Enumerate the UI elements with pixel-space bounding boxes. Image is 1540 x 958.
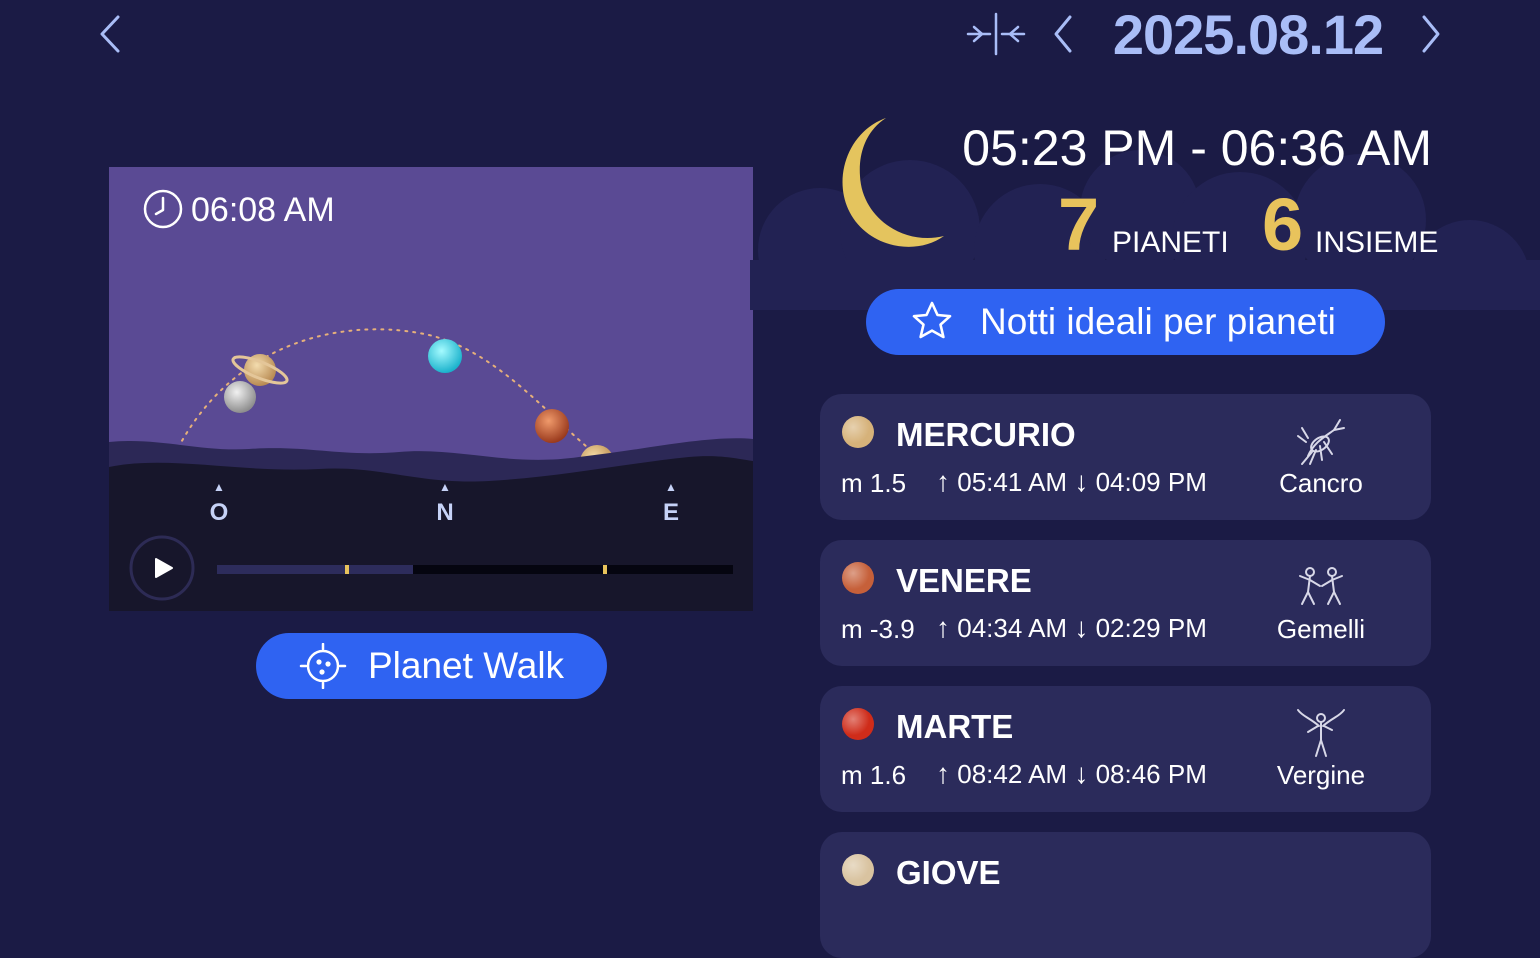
arrow-up-icon: ↑ [936, 466, 950, 497]
set-time: 08:46 PM [1095, 759, 1207, 789]
arrow-down-icon: ↓ [1074, 466, 1089, 497]
chevron-right-icon [1422, 15, 1440, 53]
planet-card-mercurio[interactable]: MERCURIO m 1.5 ↑ 05:41 AM ↓ 04:09 PM Can… [820, 394, 1431, 520]
planet-card-marte[interactable]: MARTE m 1.6 ↑ 08:42 AM ↓ 08:46 PM Vergin… [820, 686, 1431, 812]
venus-marker [535, 409, 569, 443]
set-time: 02:29 PM [1095, 613, 1207, 643]
arrow-down-icon: ↓ [1074, 758, 1089, 789]
planet-name: VENERE [896, 562, 1032, 599]
planet-dot [842, 708, 874, 740]
center-arrows-icon [966, 12, 1026, 56]
timeline-marker [603, 565, 607, 574]
date-label[interactable]: 2025.08.12 [1098, 2, 1398, 68]
sky-time: 06:08 AM [191, 191, 335, 229]
ideal-nights-label: Notti ideali per pianeti [980, 301, 1336, 342]
maiden-icon [1288, 704, 1354, 760]
together-label: INSIEME [1315, 226, 1439, 259]
target-icon [296, 642, 350, 690]
crescent-moon-icon [826, 112, 950, 254]
constellation-name: Vergine [1276, 760, 1366, 790]
rise-time: 05:41 AM [957, 467, 1068, 497]
sky-scene [109, 167, 753, 611]
ideal-nights-button[interactable]: Notti ideali per pianeti [866, 289, 1385, 355]
planet-magnitude: m 1.5 [841, 468, 907, 498]
next-date-button[interactable] [1414, 12, 1448, 56]
rise-time: 08:42 AM [957, 759, 1068, 789]
rise-time: 04:34 AM [957, 613, 1068, 643]
direction-north: ▲ N [436, 480, 454, 526]
night-time-range: 05:23 PM - 06:36 AM [962, 120, 1432, 176]
timeline-progress [217, 565, 414, 574]
planet-magnitude: m -3.9 [841, 614, 915, 644]
constellation-name: Cancro [1279, 468, 1363, 498]
arrow-down-icon: ↓ [1074, 612, 1089, 643]
chevron-left-icon [1054, 15, 1072, 53]
arrow-up-icon: ↑ [936, 758, 950, 789]
arrow-up-icon: ↑ [936, 612, 950, 643]
planet-card-venere[interactable]: VENERE m -3.9 ↑ 04:34 AM ↓ 02:29 PM Geme… [820, 540, 1431, 666]
play-button[interactable] [129, 535, 195, 601]
planet-rise-set: ↑ 05:41 AM ↓ 04:09 PM [936, 464, 1207, 500]
chevron-left-icon [100, 15, 120, 53]
constellation-name: Gemelli [1276, 614, 1366, 644]
crab-icon [1288, 412, 1354, 468]
planets-count: 7 [1058, 183, 1100, 266]
planet-name: MERCURIO [896, 416, 1076, 453]
twins-icon [1288, 558, 1354, 614]
today-button[interactable] [962, 10, 1030, 58]
uranus-marker [428, 339, 462, 373]
planet-rise-set: ↑ 04:34 AM ↓ 02:29 PM [936, 610, 1207, 646]
set-time: 04:09 PM [1095, 467, 1207, 497]
back-button[interactable] [92, 12, 128, 56]
planet-dot [842, 416, 874, 448]
planet-walk-button[interactable]: Planet Walk [256, 633, 607, 699]
clock-icon [142, 188, 184, 230]
planets-label: PIANETI [1112, 226, 1229, 259]
planet-name: MARTE [896, 708, 1014, 745]
prev-date-button[interactable] [1046, 12, 1080, 56]
direction-west: ▲ O [209, 480, 229, 526]
planet-dot [842, 854, 874, 886]
planet-rise-set: ↑ 08:42 AM ↓ 08:46 PM [936, 756, 1207, 792]
sky-view[interactable]: 06:08 AM ▲ O ▲ N ▲ E [109, 167, 753, 611]
moon-marker [224, 381, 256, 413]
timeline-slider[interactable] [217, 565, 733, 574]
timeline-marker [345, 565, 349, 574]
planet-name: GIOVE [896, 854, 1001, 891]
planet-magnitude: m 1.6 [841, 760, 907, 790]
planet-card-giove[interactable]: GIOVE [820, 832, 1431, 958]
star-icon [906, 299, 958, 345]
hills-front [109, 456, 753, 611]
planet-dot [842, 562, 874, 594]
together-count: 6 [1262, 183, 1304, 266]
planet-walk-label: Planet Walk [368, 645, 565, 686]
direction-east: ▲ E [662, 480, 679, 526]
